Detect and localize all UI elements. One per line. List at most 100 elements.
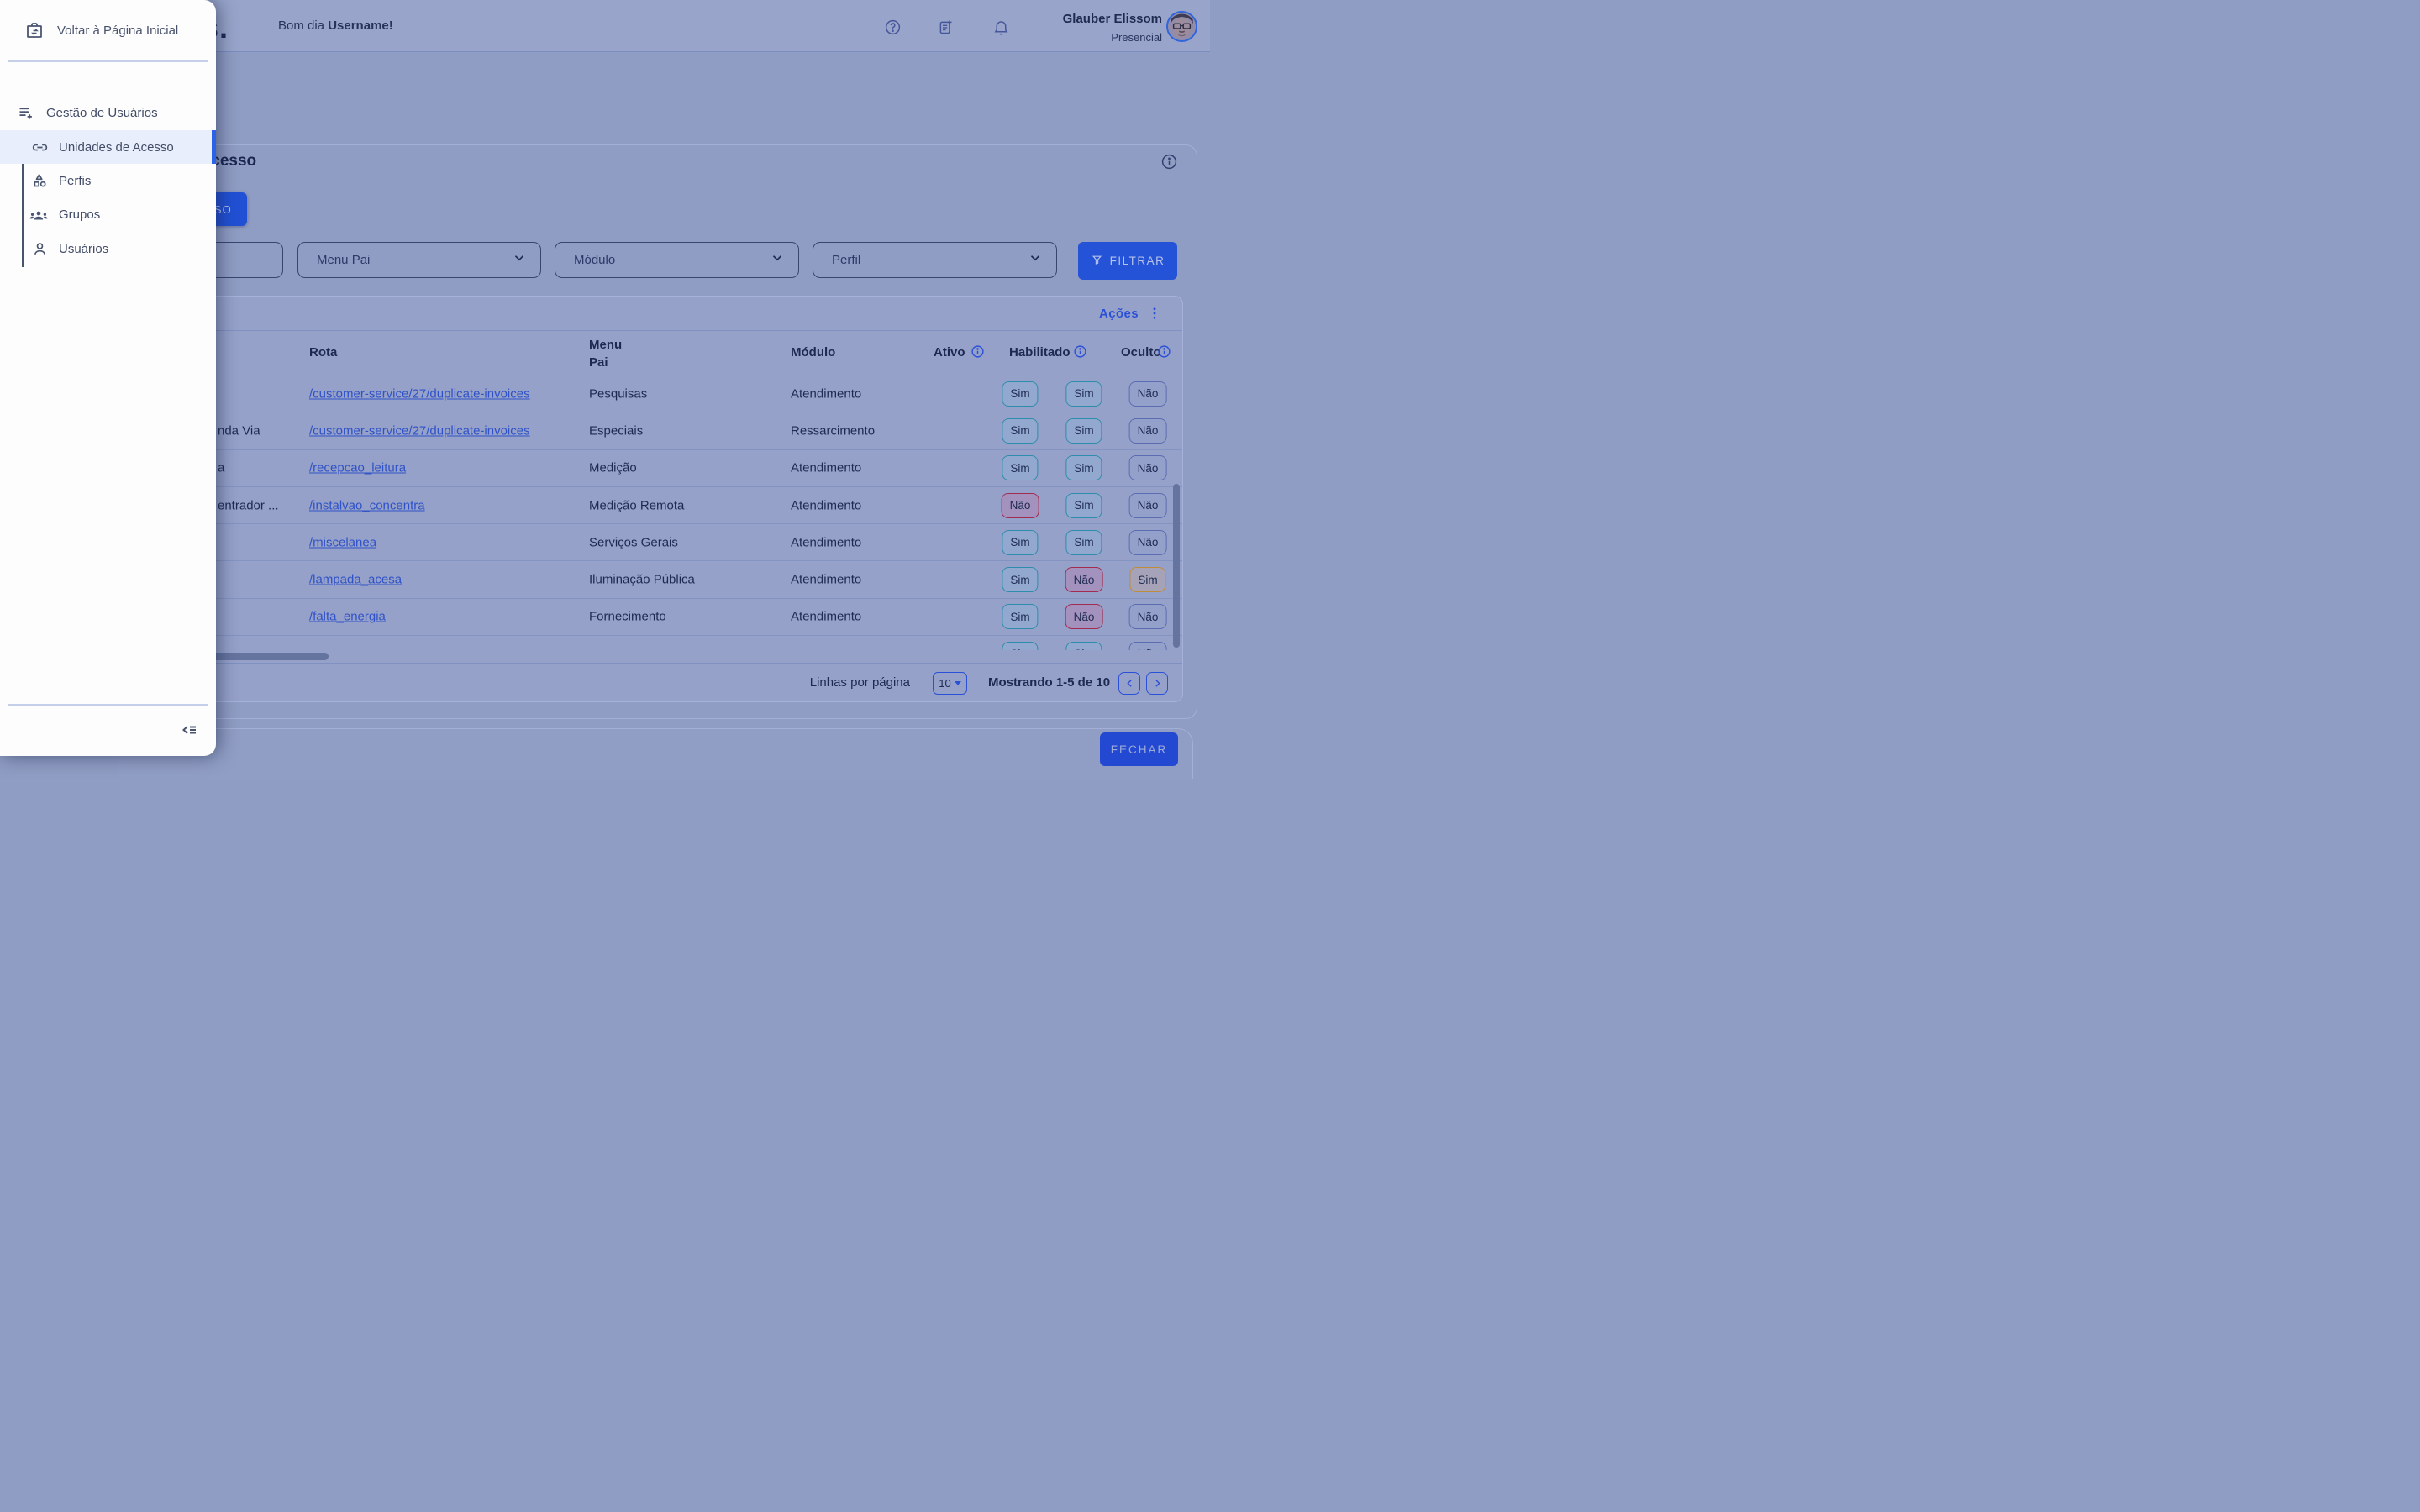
oculto-badge: Não — [1129, 381, 1167, 407]
sidebar-item-label: Usuários — [59, 242, 108, 256]
row-rota-link[interactable]: /instalvao_concentra — [309, 498, 425, 512]
table-header-row: Rota Menu Pai Módulo Ativo Habilitado Oc… — [204, 330, 1183, 375]
row-name-fragment: entrador ... — [218, 498, 279, 512]
table-row: /falta_energia Fornecimento Atendimento … — [204, 599, 1183, 636]
habilitado-badge: Sim — [1065, 455, 1102, 480]
collapse-sidebar-icon[interactable] — [179, 720, 199, 740]
row-menu-pai: Especiais — [589, 423, 643, 438]
actions-link[interactable]: Ações — [1099, 307, 1139, 321]
table-row: /customer-service/27/duplicate-invoices … — [204, 375, 1183, 412]
groups-icon — [29, 205, 49, 225]
table-body: /customer-service/27/duplicate-invoices … — [204, 375, 1183, 663]
column-header-rota: Rota — [309, 345, 337, 360]
back-to-home-item[interactable]: Voltar à Página Inicial — [0, 0, 216, 60]
sidebar-item-unidades-de-acesso[interactable]: Unidades de Acesso — [0, 130, 216, 164]
previous-page-button[interactable] — [1118, 672, 1140, 695]
row-modulo: Atendimento — [791, 386, 861, 401]
column-header-modulo: Módulo — [791, 345, 835, 360]
ativo-badge: Sim — [1002, 567, 1038, 592]
row-menu-pai: Medição Remota — [589, 498, 684, 512]
row-menu-pai: Fornecimento — [589, 610, 666, 624]
greeting-username: Username! — [328, 18, 393, 33]
kebab-menu-icon[interactable] — [1147, 306, 1162, 321]
playlist-add-icon — [17, 104, 34, 122]
info-icon[interactable] — [1073, 344, 1087, 359]
user-name[interactable]: Glauber Elissom — [994, 12, 1162, 26]
horizontal-scrollbar[interactable] — [204, 650, 1183, 663]
horizontal-scrollbar-thumb[interactable] — [204, 653, 329, 660]
caret-down-icon — [955, 681, 961, 685]
row-menu-pai: Pesquisas — [589, 386, 647, 401]
filter-modulo-select[interactable]: Módulo — [555, 242, 799, 278]
filter-modulo-label: Módulo — [574, 253, 615, 267]
pagination-bar: Linhas por página 10 Mostrando 1-5 de 10 — [204, 663, 1183, 702]
oculto-badge: Sim — [1129, 567, 1165, 592]
sidebar-item-grupos[interactable]: Grupos — [0, 198, 216, 232]
row-modulo: Atendimento — [791, 610, 861, 624]
help-icon[interactable] — [884, 18, 902, 36]
ativo-badge: Sim — [1002, 381, 1038, 407]
sidebar-section-gestao-usuarios[interactable]: Gestão de Usuários — [0, 96, 216, 129]
row-name-fragment: a — [218, 461, 224, 475]
filter-perfil-select[interactable]: Perfil — [813, 242, 1057, 278]
habilitado-badge: Sim — [1065, 418, 1102, 444]
title-info-icon[interactable] — [1160, 153, 1178, 171]
rows-per-page-label: Linhas por página — [792, 675, 910, 690]
sidebar-item-usuarios[interactable]: Usuários — [0, 232, 216, 265]
rows-per-page-select[interactable]: 10 — [933, 672, 967, 695]
table-actions-row: Ações — [204, 297, 1182, 330]
note-add-icon[interactable] — [937, 18, 955, 36]
next-page-button[interactable] — [1146, 672, 1168, 695]
habilitado-badge: Sim — [1065, 493, 1102, 518]
avatar[interactable] — [1166, 11, 1197, 42]
row-rota-link[interactable]: /customer-service/27/duplicate-invoices — [309, 423, 530, 438]
sidebar-item-label: Unidades de Acesso — [59, 140, 174, 155]
ativo-badge: Sim — [1002, 418, 1038, 444]
chevron-down-icon — [1028, 250, 1043, 270]
table-row: /lampada_acesa Iluminação Pública Atendi… — [204, 562, 1183, 599]
ativo-badge: Não — [1002, 493, 1039, 518]
row-rota-link[interactable]: /lampada_acesa — [309, 573, 402, 587]
filtrar-label: FILTRAR — [1110, 255, 1165, 267]
oculto-badge: Não — [1129, 493, 1167, 518]
filter-funnel-icon — [1091, 254, 1103, 269]
fechar-button[interactable]: FECHAR — [1100, 732, 1178, 766]
habilitado-badge: Sim — [1065, 530, 1102, 555]
row-menu-pai: Medição — [589, 461, 637, 475]
briefcase-return-icon — [24, 20, 45, 40]
habilitado-badge: Sim — [1065, 381, 1102, 407]
showing-range-text: Mostrando 1-5 de 10 — [988, 675, 1110, 690]
person-icon — [31, 240, 49, 258]
row-modulo: Atendimento — [791, 573, 861, 587]
row-name-fragment: nda Via — [218, 423, 260, 438]
sidebar-section-label: Gestão de Usuários — [46, 106, 158, 120]
filter-menu-pai-select[interactable]: Menu Pai — [297, 242, 541, 278]
row-rota-link[interactable]: /customer-service/27/duplicate-invoices — [309, 386, 530, 401]
oculto-badge: Não — [1129, 418, 1167, 444]
column-header-ativo: Ativo — [934, 345, 965, 360]
shapes-icon — [31, 172, 49, 190]
dialog-footer-panel: FECHAR — [118, 728, 1193, 779]
rows-per-page-value: 10 — [939, 677, 950, 690]
info-icon[interactable] — [971, 344, 985, 359]
sidebar-item-perfis[interactable]: Perfis — [0, 164, 216, 197]
column-header-habilitado: Habilitado — [1009, 345, 1071, 360]
chevron-down-icon — [770, 250, 785, 270]
oculto-badge: Não — [1129, 604, 1167, 629]
row-rota-link[interactable]: /recepcao_leitura — [309, 461, 406, 475]
filter-menu-pai-label: Menu Pai — [317, 253, 370, 267]
oculto-badge: Não — [1129, 455, 1167, 480]
back-to-home-label: Voltar à Página Inicial — [57, 24, 178, 38]
column-header-menu-pai: Menu Pai — [589, 336, 628, 371]
vertical-scrollbar-thumb[interactable] — [1173, 484, 1180, 648]
row-rota-link[interactable]: /falta_energia — [309, 610, 386, 624]
row-modulo: Atendimento — [791, 535, 861, 549]
filtrar-button[interactable]: FILTRAR — [1078, 242, 1177, 280]
link-icon — [31, 139, 49, 156]
table-row: /miscelanea Serviços Gerais Atendimento … — [204, 524, 1183, 561]
column-header-oculto: Oculto — [1121, 345, 1161, 360]
ativo-badge: Sim — [1002, 530, 1038, 555]
access-units-table-card: Ações Rota Menu Pai Módulo Ativo Habilit… — [203, 296, 1183, 702]
info-icon[interactable] — [1157, 344, 1171, 359]
row-rota-link[interactable]: /miscelanea — [309, 535, 376, 549]
